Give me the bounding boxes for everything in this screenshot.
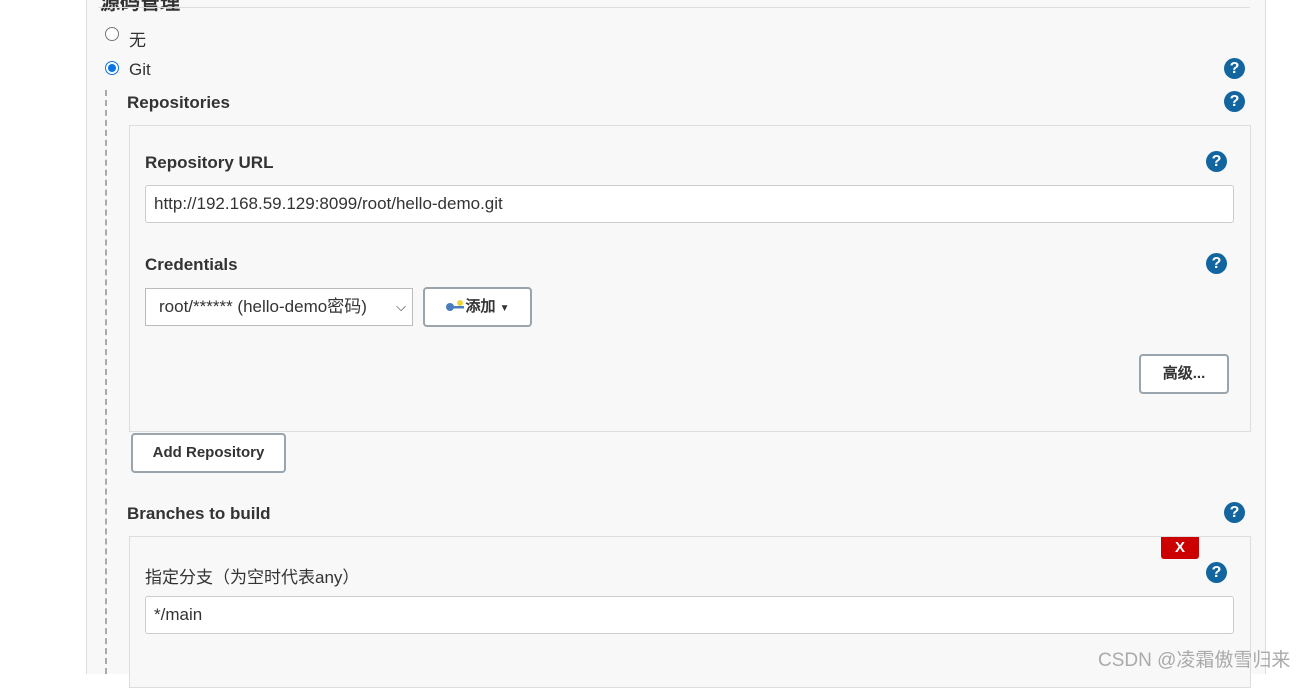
repository-url-input[interactable]: http://192.168.59.129:8099/root/hello-de… <box>145 185 1234 223</box>
help-icon[interactable]: ? <box>1224 502 1245 523</box>
divider <box>98 7 1250 8</box>
chevron-down-icon: ⌵ <box>396 299 406 314</box>
branch-specifier-input[interactable]: */main <box>145 596 1234 634</box>
help-icon[interactable]: ? <box>1224 91 1245 112</box>
credentials-value: root/****** (hello-demo密码) <box>159 297 367 316</box>
radio-git[interactable] <box>105 61 119 75</box>
git-section-border <box>105 90 107 674</box>
radio-none[interactable] <box>105 27 119 41</box>
add-repository-button[interactable]: Add Repository <box>131 433 286 473</box>
branch-specifier-label: 指定分支（为空时代表any） <box>145 568 360 587</box>
delete-branch-button[interactable]: X <box>1161 537 1199 559</box>
caret-down-icon: ▼ <box>499 303 510 314</box>
help-icon[interactable]: ? <box>1206 151 1227 172</box>
branches-label: Branches to build <box>127 504 271 523</box>
help-icon[interactable]: ? <box>1206 253 1227 274</box>
repository-box <box>129 125 1251 432</box>
credentials-label: Credentials <box>145 255 238 274</box>
repositories-label: Repositories <box>127 93 230 112</box>
credentials-select[interactable]: root/****** (hello-demo密码) ⌵ <box>145 288 413 326</box>
advanced-button[interactable]: 高级... <box>1139 354 1229 394</box>
radio-git-label[interactable]: Git <box>129 60 151 80</box>
add-label: 添加 <box>465 298 496 315</box>
key-icon <box>446 300 465 311</box>
radio-none-label[interactable]: 无 <box>129 26 146 51</box>
add-credentials-button[interactable]: 添加 ▼ <box>423 287 532 327</box>
watermark: CSDN @凌霜傲雪归来 <box>1098 650 1291 671</box>
repository-url-label: Repository URL <box>145 153 274 172</box>
help-icon[interactable]: ? <box>1206 562 1227 583</box>
help-icon[interactable]: ? <box>1224 58 1245 79</box>
